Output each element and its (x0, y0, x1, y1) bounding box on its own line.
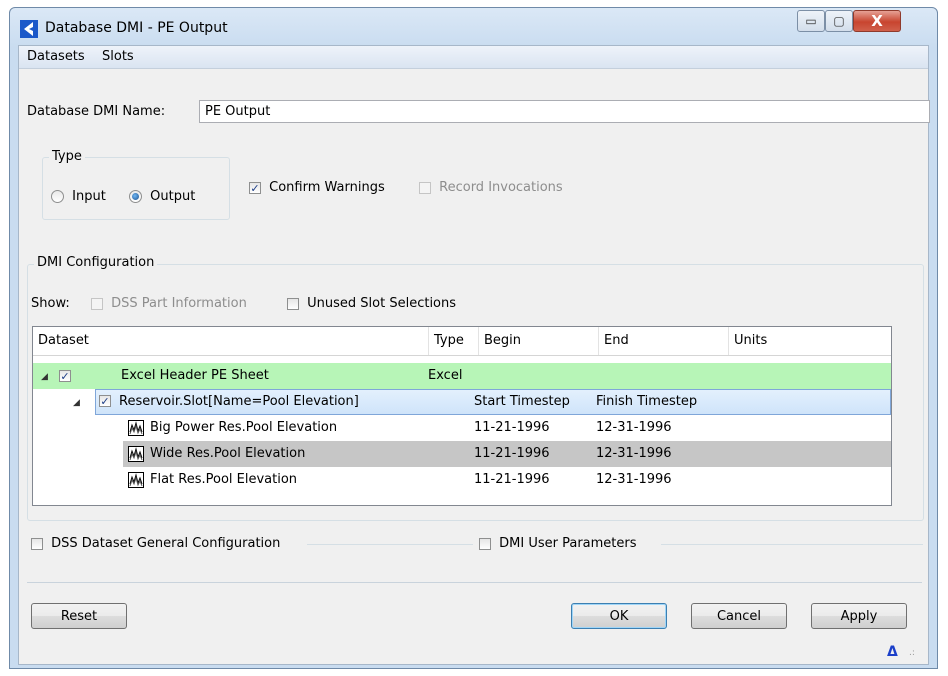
dmi-name-input[interactable] (199, 100, 930, 123)
dmi-configuration-label: DMI Configuration (34, 255, 158, 270)
output-radio[interactable] (129, 190, 142, 203)
slot-begin: Start Timestep (474, 394, 570, 409)
reset-button[interactable]: Reset (31, 603, 127, 629)
button-bar-divider (27, 582, 922, 583)
series-begin: 11-21-1996 (474, 472, 550, 487)
output-radio-option[interactable]: Output (129, 189, 195, 204)
unused-slot-selections-option[interactable]: Unused Slot Selections (287, 296, 456, 311)
record-invocations-label: Record Invocations (439, 180, 563, 195)
separator-line (661, 544, 923, 545)
resize-grip-icon[interactable]: .: (909, 648, 915, 658)
table-row[interactable]: ◢ ✓ Reservoir.Slot[Name=Pool Elevation] … (33, 389, 891, 415)
slot-end: Finish Timestep (596, 394, 698, 409)
expand-triangle-icon[interactable]: ◢ (73, 398, 80, 408)
menu-bar: Datasets Slots (19, 46, 928, 69)
table-row[interactable]: ◢ ✓ Excel Header PE Sheet Excel (33, 363, 891, 389)
dmi-user-params-checkbox[interactable] (479, 537, 491, 550)
title-bar: Database DMI - PE Output ▭ ▢ X (10, 8, 937, 45)
column-header-units[interactable]: Units (729, 327, 891, 355)
table-row[interactable]: Flat Res.Pool Elevation 11-21-1996 12-31… (33, 467, 891, 493)
series-name: Wide Res.Pool Elevation (150, 446, 306, 461)
dss-part-information-label: DSS Part Information (111, 296, 247, 311)
unused-slot-selections-checkbox[interactable] (287, 297, 299, 310)
window-title: Database DMI - PE Output (45, 20, 228, 36)
dss-part-information-option[interactable]: DSS Part Information (91, 296, 247, 311)
column-header-end[interactable]: End (599, 327, 729, 355)
series-name: Big Power Res.Pool Elevation (150, 420, 338, 435)
column-header-begin[interactable]: Begin (479, 327, 599, 355)
dataset-tree-table: Dataset Type Begin End Units ◢ ✓ Excel H… (32, 326, 892, 506)
cancel-button[interactable]: Cancel (691, 603, 787, 629)
column-header-dataset[interactable]: Dataset (33, 327, 429, 355)
table-header: Dataset Type Begin End Units (33, 327, 891, 356)
series-name: Flat Res.Pool Elevation (150, 472, 298, 487)
slot-name: Reservoir.Slot[Name=Pool Elevation] (119, 394, 359, 409)
dmi-name-label: Database DMI Name: (27, 104, 166, 119)
input-radio-label: Input (72, 189, 106, 204)
menu-datasets[interactable]: Datasets (27, 49, 85, 64)
dmi-user-params-label: DMI User Parameters (499, 536, 637, 551)
table-row[interactable]: Wide Res.Pool Elevation 11-21-1996 12-31… (33, 441, 891, 467)
dataset-name: Excel Header PE Sheet (121, 368, 269, 383)
record-invocations-checkbox[interactable] (419, 181, 431, 194)
confirm-warnings-label: Confirm Warnings (269, 180, 385, 195)
record-invocations-option[interactable]: Record Invocations (419, 180, 563, 195)
dataset-checkbox[interactable]: ✓ (59, 370, 71, 382)
riverware-logo-icon (20, 20, 38, 38)
maximize-button[interactable]: ▢ (825, 10, 853, 32)
timeseries-chart-icon (128, 420, 144, 436)
timeseries-chart-icon (128, 472, 144, 488)
output-radio-label: Output (150, 189, 196, 204)
dialog-window: Database DMI - PE Output ▭ ▢ X Datasets … (9, 7, 938, 669)
confirm-warnings-checkbox[interactable]: ✓ (249, 181, 261, 194)
series-begin: 11-21-1996 (474, 420, 550, 435)
type-group-label: Type (49, 149, 85, 164)
dss-general-config-label: DSS Dataset General Configuration (51, 536, 281, 551)
series-end: 12-31-1996 (596, 420, 672, 435)
dss-general-config-option[interactable]: DSS Dataset General Configuration (31, 536, 280, 551)
dmi-user-params-option[interactable]: DMI User Parameters (479, 536, 637, 551)
slot-checkbox[interactable]: ✓ (99, 395, 111, 407)
series-end: 12-31-1996 (596, 472, 672, 487)
close-button[interactable]: X (853, 10, 901, 32)
column-header-type[interactable]: Type (429, 327, 479, 355)
expand-triangle-icon[interactable]: ◢ (41, 372, 48, 382)
unused-slot-selections-label: Unused Slot Selections (307, 296, 457, 311)
delta-icon[interactable]: Δ (887, 644, 898, 660)
menu-slots[interactable]: Slots (102, 49, 134, 64)
separator-line (307, 544, 473, 545)
confirm-warnings-option[interactable]: ✓ Confirm Warnings (249, 180, 385, 195)
dss-general-config-checkbox[interactable] (31, 537, 43, 550)
ok-button[interactable]: OK (571, 603, 667, 629)
timeseries-chart-icon (128, 446, 144, 462)
table-row[interactable]: Big Power Res.Pool Elevation 11-21-1996 … (33, 415, 891, 441)
input-radio[interactable] (51, 190, 64, 203)
show-label: Show: (31, 296, 70, 311)
dialog-client-area: Datasets Slots Database DMI Name: Type I… (18, 45, 930, 665)
series-begin: 11-21-1996 (474, 446, 550, 461)
input-radio-option[interactable]: Input (51, 189, 106, 204)
minimize-button[interactable]: ▭ (797, 10, 825, 32)
dataset-type: Excel (428, 368, 463, 383)
apply-button[interactable]: Apply (811, 603, 907, 629)
series-end: 12-31-1996 (596, 446, 672, 461)
dss-part-information-checkbox[interactable] (91, 297, 103, 310)
